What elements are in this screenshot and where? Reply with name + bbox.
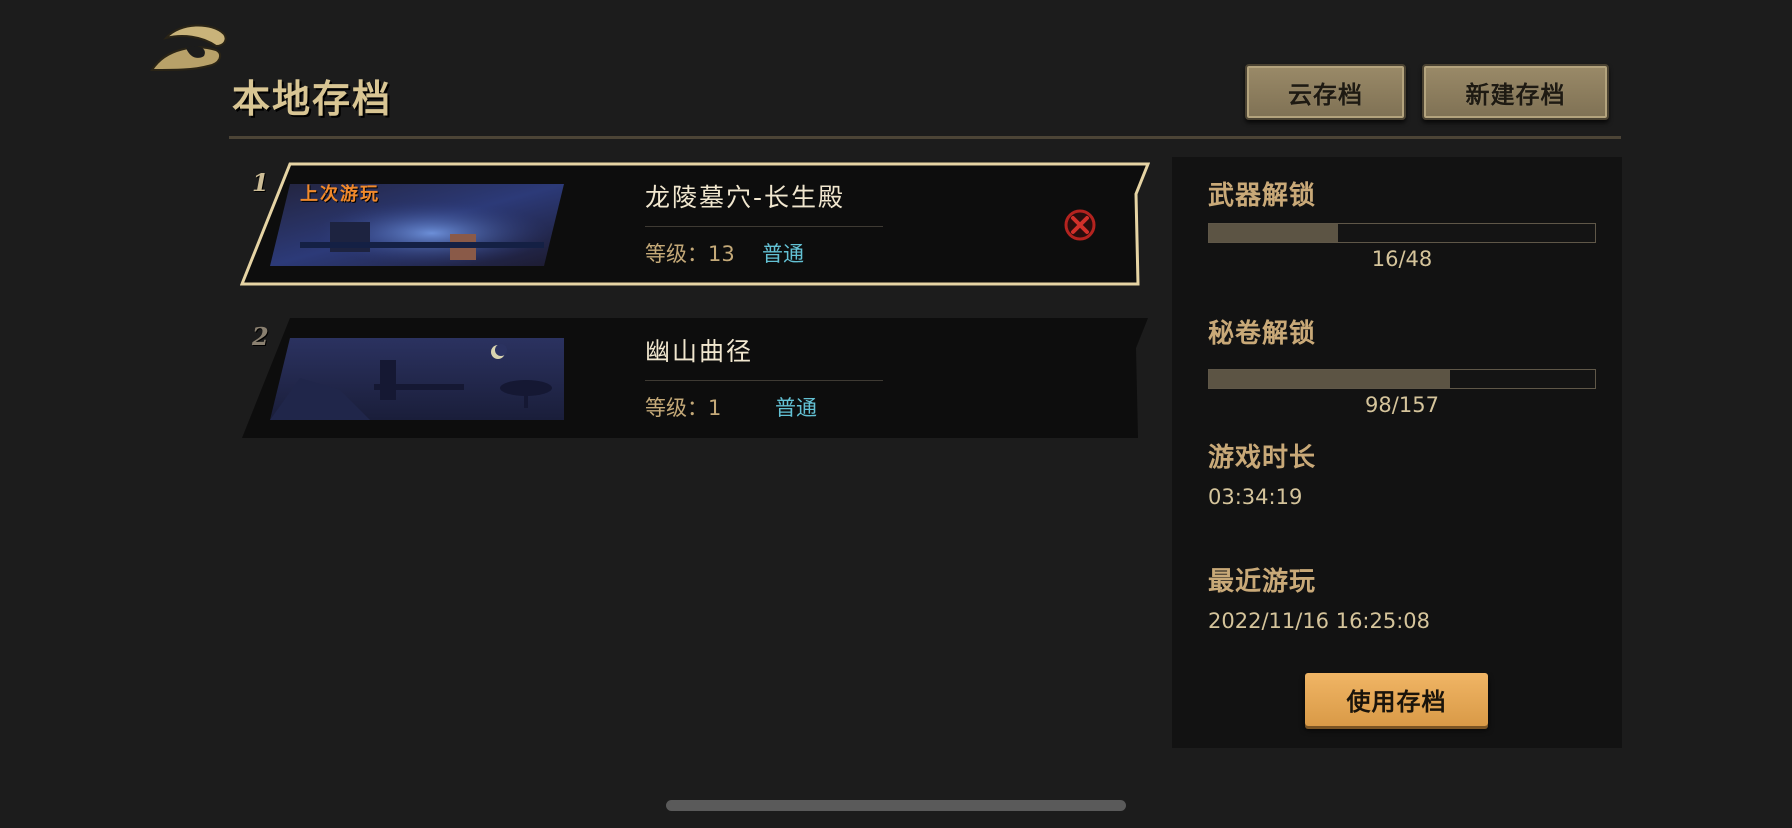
scrolls-progress-bar bbox=[1208, 369, 1596, 389]
header-divider bbox=[229, 136, 1621, 139]
slot-number: 1 bbox=[252, 168, 269, 197]
slot-level: 等级：13 bbox=[645, 242, 735, 266]
use-save-button[interactable]: 使用存档 bbox=[1305, 673, 1488, 726]
scrolls-progress-fill bbox=[1209, 370, 1450, 388]
slot-name: 幽山曲径 bbox=[645, 337, 754, 366]
scrolls-progress-text: 98/157 bbox=[1365, 393, 1439, 417]
weapons-progress-text: 16/48 bbox=[1371, 247, 1433, 271]
close-icon bbox=[1064, 209, 1096, 241]
slot-number: 2 bbox=[252, 322, 269, 351]
slot-name: 龙陵墓穴-长生殿 bbox=[645, 183, 846, 212]
playtime-value: 03:34:19 bbox=[1208, 485, 1303, 509]
slot-divider bbox=[645, 380, 883, 381]
slot-difficulty: 普通 bbox=[775, 396, 817, 420]
page-title: 本地存档 bbox=[232, 77, 393, 121]
new-save-button[interactable]: 新建存档 bbox=[1422, 64, 1609, 120]
last-played-tag: 上次游玩 bbox=[300, 184, 380, 205]
cloud-save-button[interactable]: 云存档 bbox=[1245, 64, 1406, 120]
save-slot-1[interactable]: 1 上次游玩 龙陵墓穴-长生殿 等级：13 普通 bbox=[240, 162, 1150, 286]
weapons-unlock-label: 武器解锁 bbox=[1208, 181, 1317, 211]
slot-difficulty: 普通 bbox=[762, 242, 804, 266]
save-slot-2[interactable]: 2 幽山曲径 等级：1 普通 bbox=[240, 316, 1150, 440]
delete-save-button[interactable] bbox=[1063, 208, 1097, 242]
back-icon bbox=[150, 24, 227, 72]
cloud-save-label: 云存档 bbox=[1288, 80, 1363, 109]
playtime-label: 游戏时长 bbox=[1208, 443, 1317, 473]
last-played-label: 最近游玩 bbox=[1208, 567, 1317, 597]
save-screen: 本地存档 云存档 新建存档 1 上次游玩 龙陵墓穴-长生殿 等级：13 普通 2… bbox=[0, 0, 1792, 828]
weapons-progress-fill bbox=[1209, 224, 1338, 242]
slot-divider bbox=[645, 226, 883, 227]
weapons-progress-bar bbox=[1208, 223, 1596, 243]
use-save-label: 使用存档 bbox=[1346, 688, 1447, 716]
home-indicator[interactable] bbox=[666, 800, 1126, 811]
slot-thumbnail bbox=[270, 338, 564, 420]
scrolls-unlock-label: 秘卷解锁 bbox=[1208, 319, 1317, 349]
save-details-panel: 武器解锁 16/48 秘卷解锁 98/157 游戏时长 03:34:19 最近游… bbox=[1172, 157, 1622, 748]
last-played-value: 2022/11/16 16:25:08 bbox=[1208, 609, 1431, 633]
back-button[interactable] bbox=[146, 18, 230, 74]
new-save-label: 新建存档 bbox=[1465, 80, 1566, 109]
slot-level: 等级：1 bbox=[645, 396, 722, 420]
